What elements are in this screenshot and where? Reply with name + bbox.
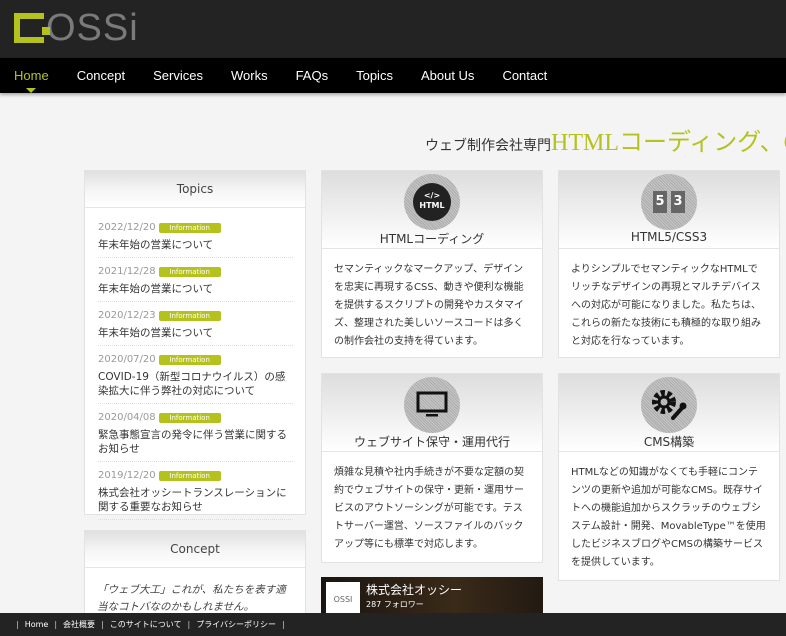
- topics-title: Topics: [85, 171, 305, 208]
- monitor-icon: [404, 377, 460, 433]
- topic-item[interactable]: 2021/12/28 Information 年末年始の営業について: [98, 258, 293, 302]
- site-header: OSSi: [0, 0, 786, 58]
- nav-faqs[interactable]: FAQs: [296, 68, 329, 83]
- concept-title: Concept: [85, 531, 305, 568]
- facebook-page-name[interactable]: 株式会社オッシー: [366, 581, 462, 598]
- card-title: CMS構築: [643, 435, 695, 449]
- nav-services[interactable]: Services: [153, 68, 203, 83]
- topic-badge: Information: [158, 470, 221, 481]
- topic-title[interactable]: COVID-19（新型コロナウイルス）の感染拡大に伴う弊社の対応について: [98, 370, 293, 398]
- html5-css3-icon: 5 3: [641, 174, 697, 230]
- footer-link-privacy[interactable]: プライバシーポリシー: [196, 619, 276, 630]
- topic-badge: Information: [158, 412, 221, 423]
- footer-link-about-site[interactable]: このサイトについて: [110, 619, 182, 630]
- topics-box: Topics 2022/12/20 Information 年末年始の営業について 2…: [84, 170, 306, 520]
- gear-wrench-icon: [641, 377, 697, 433]
- topic-badge: Information: [158, 354, 221, 365]
- topic-title[interactable]: 年末年始の営業について: [98, 238, 293, 252]
- topic-badge: Information: [158, 310, 221, 321]
- tagline-highlight: HTMLコーディング、CM: [551, 130, 786, 156]
- service-card-html-coding[interactable]: </> HTML HTMLコーディング セマンティックなマークアップ、デザインを忠…: [321, 170, 543, 358]
- logo-text: OSSi: [46, 7, 139, 49]
- tagline: ウェブ制作会社専門HTMLコーディング、CM: [425, 122, 786, 157]
- nav-topics[interactable]: Topics: [356, 68, 393, 83]
- nav-about-us[interactable]: About Us: [421, 68, 474, 83]
- topic-item[interactable]: 2020/04/08 Information 緊急事態宣言の発令に伴う営業に関するお…: [98, 404, 293, 462]
- topic-date: 2020/12/23: [98, 310, 156, 321]
- topic-item[interactable]: 2022/12/20 Information 年末年始の営業について: [98, 214, 293, 258]
- html-icon: </> HTML: [404, 174, 460, 230]
- topic-date: 2020/04/08: [98, 412, 156, 423]
- topic-item[interactable]: 2019/12/20 Information 株式会社オッシートランスレーションに関…: [98, 462, 293, 520]
- topic-date: 2019/12/20: [98, 470, 156, 481]
- nav-home[interactable]: Home: [14, 68, 49, 93]
- topic-item[interactable]: 2020/07/20 Information COVID-19（新型コロナウイルス）…: [98, 346, 293, 404]
- service-card-cms[interactable]: CMS構築 HTMLなどの知識がなくても手軽にコンテンツの更新や追加が可能なCM…: [558, 373, 780, 581]
- topic-item[interactable]: 2020/12/23 Information 年末年始の営業について: [98, 302, 293, 346]
- card-title: ウェブサイト保守・運用代行: [353, 435, 510, 449]
- nav-concept[interactable]: Concept: [77, 68, 125, 83]
- topic-date: 2021/12/28: [98, 266, 156, 277]
- logo-mark: [14, 13, 50, 43]
- card-body: HTMLなどの知識がなくても手軽にコンテンツの更新や追加が可能なCMS。既存サイ…: [571, 467, 766, 568]
- nav-contact[interactable]: Contact: [502, 68, 547, 83]
- service-card-html5-css3[interactable]: 5 3 HTML5/CSS3 よりシンプルでセマンティックなHTMLでリッチなデ…: [558, 170, 780, 358]
- card-body: よりシンプルでセマンティックなHTMLでリッチなデザインの再現とマルチデバイスへ…: [571, 264, 761, 347]
- facebook-page-logo: OSSI: [326, 582, 360, 617]
- topic-date: 2020/07/20: [98, 354, 156, 365]
- footer-link-company[interactable]: 会社概要: [63, 619, 95, 630]
- site-logo[interactable]: OSSi: [14, 7, 139, 49]
- card-title: HTMLコーディング: [379, 232, 485, 246]
- tagline-prefix: ウェブ制作会社専門: [425, 139, 551, 154]
- facebook-widget[interactable]: OSSI 株式会社オッシー 287 フォロワー: [321, 577, 543, 617]
- topic-date: 2022/12/20: [98, 222, 156, 233]
- service-card-maintenance[interactable]: ウェブサイト保守・運用代行 煩雑な見積や社内手続きが不要な定額の契約でウェブサイ…: [321, 373, 543, 563]
- facebook-followers: 287 フォロワー: [366, 600, 424, 609]
- card-body: 煩雑な見積や社内手続きが不要な定額の契約でウェブサイトの保守・更新・運用サービス…: [334, 467, 524, 550]
- nav-works[interactable]: Works: [231, 68, 268, 83]
- footer-link-home[interactable]: Home: [25, 620, 49, 629]
- main-nav: Home Concept Services Works FAQs Topics …: [0, 58, 786, 93]
- topic-title[interactable]: 株式会社オッシートランスレーションに関する重要なお知らせ: [98, 486, 293, 514]
- footer: | Home | 会社概要 | このサイトについて | プライバシーポリシー |: [0, 613, 786, 636]
- topic-badge: Information: [158, 266, 221, 277]
- topic-title[interactable]: 年末年始の営業について: [98, 282, 293, 296]
- card-body: セマンティックなマークアップ、デザインを忠実に再現するCSS、動きや便利な機能を…: [334, 264, 524, 347]
- topic-title[interactable]: 年末年始の営業について: [98, 326, 293, 340]
- topic-badge: Information: [158, 222, 221, 233]
- topic-title[interactable]: 緊急事態宣言の発令に伴う営業に関するお知らせ: [98, 428, 293, 456]
- card-title: HTML5/CSS3: [630, 230, 708, 244]
